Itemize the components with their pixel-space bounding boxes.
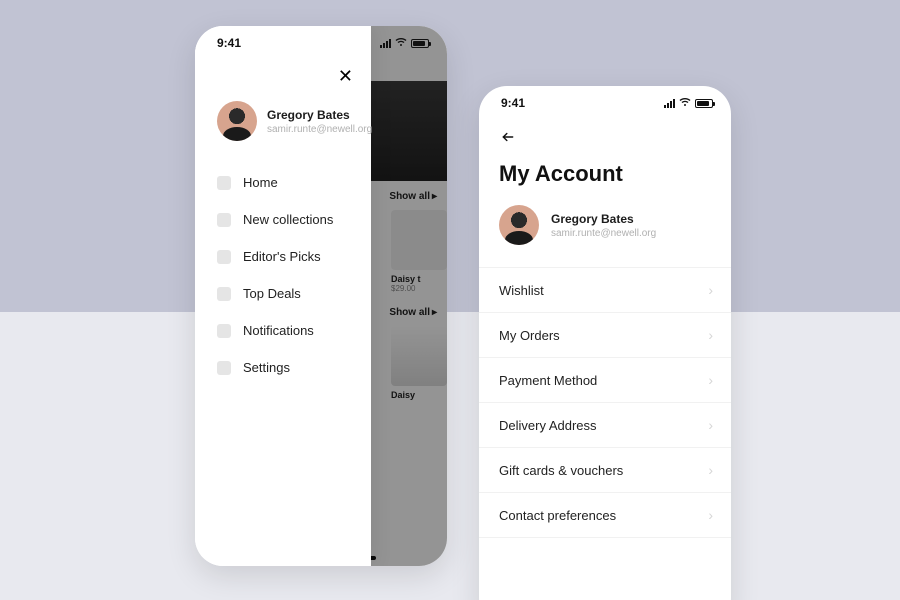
profile-email: samir.runte@newell.org [267, 124, 372, 135]
account-row-contact-prefs[interactable]: Contact preferences › [479, 493, 731, 538]
profile-block[interactable]: Gregory Bates samir.runte@newell.org [479, 201, 731, 267]
profile-email: samir.runte@newell.org [551, 228, 656, 239]
bookmark-icon [217, 250, 231, 264]
row-label: Wishlist [499, 283, 544, 298]
profile-name: Gregory Bates [551, 212, 656, 226]
chevron-right-icon: › [708, 462, 713, 478]
page-title: My Account [479, 155, 731, 201]
drawer-item-label: Top Deals [243, 286, 301, 301]
battery-icon [695, 99, 713, 108]
chevron-right-icon: › [708, 417, 713, 433]
drawer-item-label: Settings [243, 360, 290, 375]
row-label: Payment Method [499, 373, 597, 388]
avatar [217, 101, 257, 141]
drawer-scrim[interactable] [371, 26, 447, 566]
nav-drawer: 9:41 ✕ Gregory Bates samir.runte@newell.… [195, 26, 371, 566]
close-icon[interactable]: ✕ [338, 66, 353, 87]
account-row-delivery-address[interactable]: Delivery Address › [479, 403, 731, 448]
back-button[interactable] [479, 120, 731, 155]
home-icon [217, 176, 231, 190]
cellular-icon [664, 99, 675, 108]
bell-icon [217, 324, 231, 338]
status-indicators [664, 96, 713, 111]
account-row-payment-method[interactable]: Payment Method › [479, 358, 731, 403]
canvas: Show all ▸ Daisy t $29.00 Show all [0, 0, 900, 600]
drawer-item-editors-picks[interactable]: Editor's Picks [217, 249, 371, 264]
account-row-gift-cards[interactable]: Gift cards & vouchers › [479, 448, 731, 493]
status-bar: 9:41 [195, 26, 371, 60]
drawer-item-label: Notifications [243, 323, 314, 338]
chevron-right-icon: › [708, 282, 713, 298]
drawer-item-label: Home [243, 175, 278, 190]
account-row-wishlist[interactable]: Wishlist › [479, 267, 731, 313]
wifi-icon [679, 96, 691, 111]
drawer-item-settings[interactable]: Settings [217, 360, 371, 375]
drawer-item-home[interactable]: Home [217, 175, 371, 190]
profile-block[interactable]: Gregory Bates samir.runte@newell.org [195, 87, 371, 167]
phone-my-account: 9:41 My Account Gregory Bates samir.runt… [479, 86, 731, 600]
chevron-right-icon: › [708, 507, 713, 523]
drawer-item-top-deals[interactable]: Top Deals [217, 286, 371, 301]
avatar [499, 205, 539, 245]
row-label: My Orders [499, 328, 560, 343]
row-label: Delivery Address [499, 418, 597, 433]
status-time: 9:41 [501, 96, 525, 110]
drawer-menu: Home New collections Editor's Picks Top … [195, 167, 371, 375]
status-bar: 9:41 [479, 86, 731, 120]
account-row-my-orders[interactable]: My Orders › [479, 313, 731, 358]
chevron-right-icon: › [708, 372, 713, 388]
phone-drawer-open: Show all ▸ Daisy t $29.00 Show all [195, 26, 447, 566]
drawer-item-notifications[interactable]: Notifications [217, 323, 371, 338]
drawer-item-label: Editor's Picks [243, 249, 321, 264]
drawer-item-new-collections[interactable]: New collections [217, 212, 371, 227]
drawer-item-label: New collections [243, 212, 333, 227]
row-label: Gift cards & vouchers [499, 463, 623, 478]
row-label: Contact preferences [499, 508, 616, 523]
chevron-right-icon: › [708, 327, 713, 343]
collections-icon [217, 213, 231, 227]
status-time: 9:41 [217, 36, 241, 50]
account-menu: Wishlist › My Orders › Payment Method › … [479, 267, 731, 538]
tag-icon [217, 287, 231, 301]
gear-icon [217, 361, 231, 375]
profile-name: Gregory Bates [267, 108, 372, 122]
